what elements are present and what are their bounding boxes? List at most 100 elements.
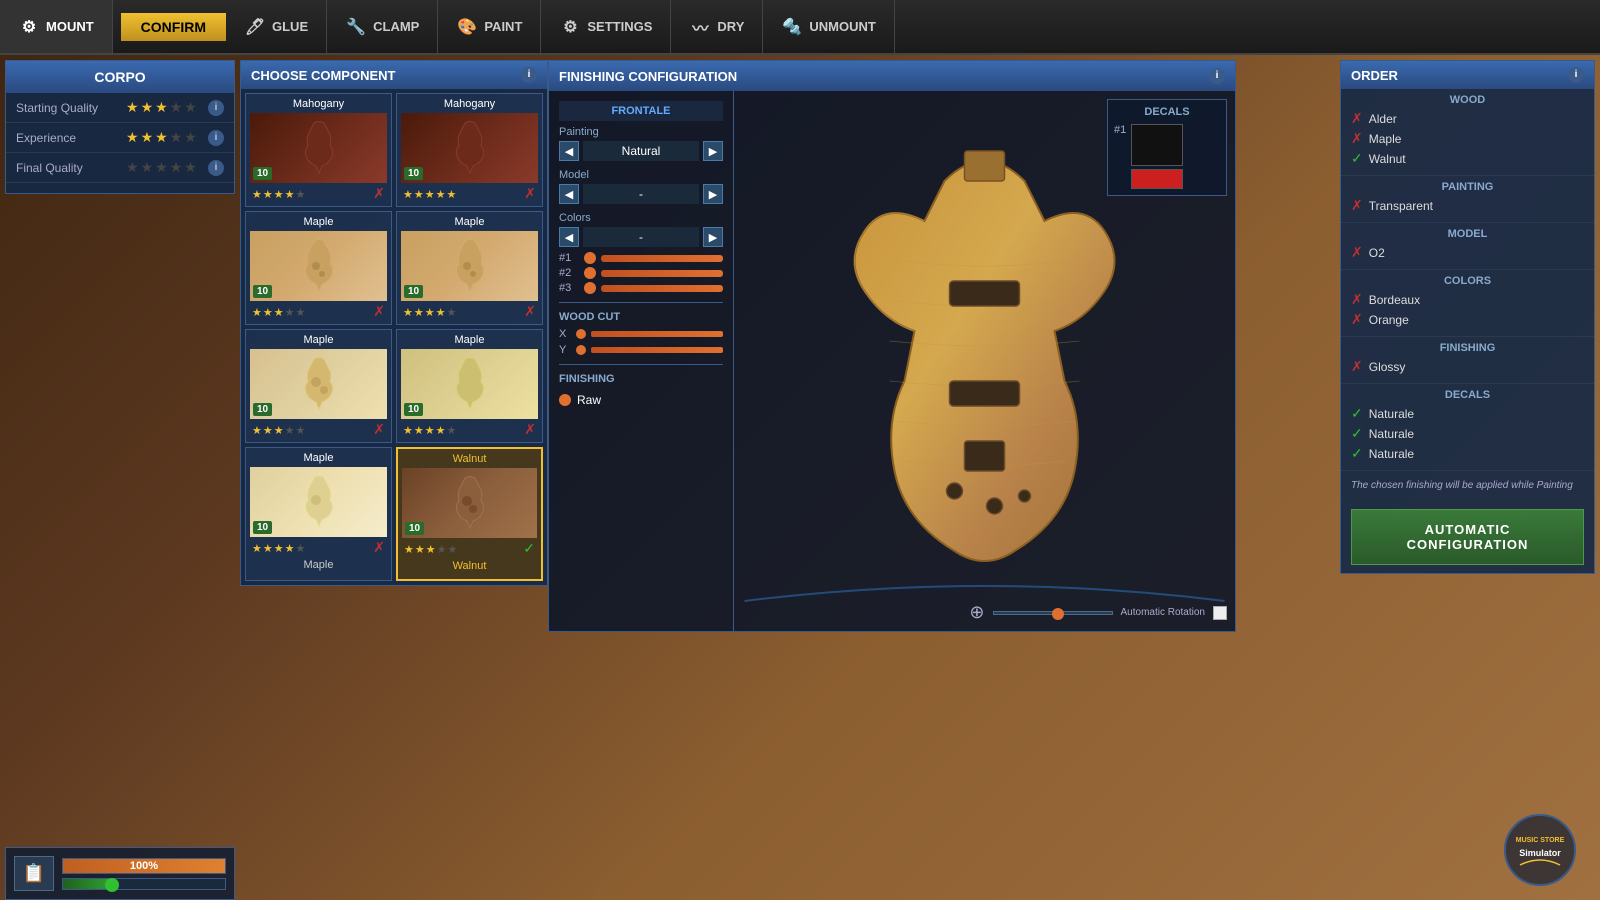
- nav-dry[interactable]: 〰 DRY: [671, 0, 763, 53]
- auto-rotation-checkbox[interactable]: [1213, 606, 1227, 620]
- green-slider-dot[interactable]: [105, 878, 119, 892]
- nav-clamp[interactable]: 🔧 CLAMP: [327, 0, 438, 53]
- colors-next-btn[interactable]: ▶: [703, 227, 723, 247]
- colors-section-title: Colors: [559, 212, 723, 224]
- divider1: [559, 302, 723, 303]
- order-colors-orange: ✗ Orange: [1351, 311, 1584, 328]
- progress-bar-orange: 100%: [62, 858, 226, 874]
- delete-icon-4[interactable]: ✗: [524, 303, 536, 320]
- nav-glue-label: GLUE: [272, 19, 308, 34]
- finishing-config-body: FRONTALE Painting ◀ Natural ▶ Model ◀ - …: [549, 91, 1235, 631]
- order-wood-section: WOOD ✗ Alder ✗ Maple ✓ Walnut: [1341, 89, 1594, 176]
- order-model-title: MODEL: [1351, 228, 1584, 240]
- component-grid: Mahogany 10 ★★★★★ ✗ Mahogany 10: [241, 89, 547, 585]
- walnut-check-icon: ✓: [1351, 150, 1363, 167]
- guitar-mini-svg-1: [294, 118, 344, 178]
- progress-bar-green: [62, 878, 226, 890]
- wood-maple-label: Maple: [1369, 132, 1402, 146]
- transparent-check-icon: ✗: [1351, 197, 1363, 214]
- woodcut-x-dot: [576, 329, 586, 339]
- component-maple-2[interactable]: Maple 10 ★★★★★ ✗: [396, 211, 543, 325]
- auto-config-button[interactable]: AUTOMATIC CONFIGURATION: [1351, 509, 1584, 565]
- guitar-body-group: [855, 151, 1115, 561]
- painting-next-btn[interactable]: ▶: [703, 141, 723, 161]
- finishing-section-label: FINISHING: [559, 373, 723, 385]
- final-quality-info[interactable]: i: [208, 160, 224, 176]
- experience-info[interactable]: i: [208, 130, 224, 146]
- nav-glue[interactable]: 🖊 GLUE: [226, 0, 327, 53]
- finishing-config-title: FINISHING CONFIGURATION: [559, 69, 737, 84]
- nav-unmount[interactable]: 🔩 UNMOUNT: [763, 0, 894, 53]
- naturale3-check-icon: ✓: [1351, 445, 1363, 462]
- delete-icon-2[interactable]: ✗: [524, 185, 536, 202]
- settings-icon: ⚙: [559, 16, 581, 38]
- order-info-btn[interactable]: i: [1568, 67, 1584, 83]
- component-img-3: 10: [250, 231, 387, 301]
- color2-row: #2: [559, 267, 723, 279]
- order-decals-section: DECALS ✓ Naturale ✓ Naturale ✓ Naturale: [1341, 384, 1594, 471]
- component-maple-4[interactable]: Maple 10 ★★★★★ ✗: [396, 329, 543, 443]
- orange-label: Orange: [1369, 313, 1409, 327]
- rotation-slider-dot[interactable]: [1052, 608, 1064, 620]
- color2-num: #2: [559, 267, 579, 279]
- svg-text:MUSIC STORE: MUSIC STORE: [1516, 837, 1565, 844]
- svg-text:Simulator: Simulator: [1519, 848, 1561, 858]
- bottom-icon-symbol: 📋: [23, 863, 45, 884]
- finishing-raw-label: Raw: [577, 393, 601, 407]
- model-value: -: [583, 184, 699, 204]
- component-maple-5[interactable]: Maple 10 ★★★★★ ✗ Maple: [245, 447, 392, 581]
- divider2: [559, 364, 723, 365]
- nav-settings[interactable]: ⚙ SETTINGS: [541, 0, 671, 53]
- component-maple-1[interactable]: Maple 10 ★★★★★ ✗: [245, 211, 392, 325]
- delete-icon-5[interactable]: ✗: [373, 421, 385, 438]
- finishing-config-panel: FINISHING CONFIGURATION i FRONTALE Paint…: [548, 60, 1236, 632]
- confirm-button[interactable]: CONFIRM: [121, 13, 226, 41]
- nav-dry-label: DRY: [717, 19, 744, 34]
- o2-label: O2: [1369, 246, 1385, 260]
- naturale2-label: Naturale: [1369, 427, 1414, 441]
- glossy-label: Glossy: [1369, 360, 1406, 374]
- component-img-4: 10: [401, 231, 538, 301]
- transparent-label: Transparent: [1369, 199, 1433, 213]
- nav-paint[interactable]: 🎨 PAINT: [438, 0, 541, 53]
- wood-cut-label: WOOD CUT: [559, 311, 723, 323]
- color1-num: #1: [559, 252, 579, 264]
- model-prev-btn[interactable]: ◀: [559, 184, 579, 204]
- order-wood-title: WOOD: [1351, 94, 1584, 106]
- model-next-btn[interactable]: ▶: [703, 184, 723, 204]
- component-img-2: 10: [401, 113, 538, 183]
- order-decal-naturale-3: ✓ Naturale: [1351, 445, 1584, 462]
- order-panel: ORDER i WOOD ✗ Alder ✗ Maple ✓ Walnut PA…: [1340, 60, 1595, 574]
- decal-black-swatch: [1131, 124, 1183, 166]
- guitar-mini-svg-4: [445, 236, 495, 296]
- component-walnut-selected[interactable]: Walnut 10 ★★★★★ ✓ Walnut: [396, 447, 543, 581]
- component-mahogany-2[interactable]: Mahogany 10 ★★★★★ ✗: [396, 93, 543, 207]
- painting-prev-btn[interactable]: ◀: [559, 141, 579, 161]
- o2-check-icon: ✗: [1351, 244, 1363, 261]
- component-maple-3[interactable]: Maple 10 ★★★★★ ✗: [245, 329, 392, 443]
- bordeaux-label: Bordeaux: [1369, 293, 1420, 307]
- woodcut-y-bar: [591, 347, 723, 353]
- experience-row: Experience ★ ★ ★ ★ ★ i: [6, 123, 234, 153]
- delete-icon-6[interactable]: ✗: [524, 421, 536, 438]
- bottom-progress-bars: 100%: [62, 858, 226, 890]
- starting-quality-info[interactable]: i: [208, 100, 224, 116]
- order-decals-title: DECALS: [1351, 389, 1584, 401]
- nav-mount[interactable]: ⚙ MOUNT: [0, 0, 113, 53]
- delete-icon-7[interactable]: ✗: [373, 539, 385, 556]
- colors-value: -: [583, 227, 699, 247]
- component-img-1: 10: [250, 113, 387, 183]
- delete-icon-3[interactable]: ✗: [373, 303, 385, 320]
- component-info-btn[interactable]: i: [521, 67, 537, 83]
- component-mahogany-1[interactable]: Mahogany 10 ★★★★★ ✗: [245, 93, 392, 207]
- top-navigation: ⚙ MOUNT CONFIRM 🖊 GLUE 🔧 CLAMP 🎨 PAINT ⚙…: [0, 0, 1600, 55]
- colors-prev-btn[interactable]: ◀: [559, 227, 579, 247]
- order-painting-title: PAINTING: [1351, 181, 1584, 193]
- color3-row: #3: [559, 282, 723, 294]
- finishing-info-btn[interactable]: i: [1209, 68, 1225, 84]
- component-7-label: Maple: [250, 556, 387, 574]
- model-section: Model ◀ - ▶: [559, 169, 723, 204]
- rotation-track[interactable]: [993, 611, 1113, 615]
- guitar-mini-svg-2: [445, 118, 495, 178]
- delete-icon-1[interactable]: ✗: [373, 185, 385, 202]
